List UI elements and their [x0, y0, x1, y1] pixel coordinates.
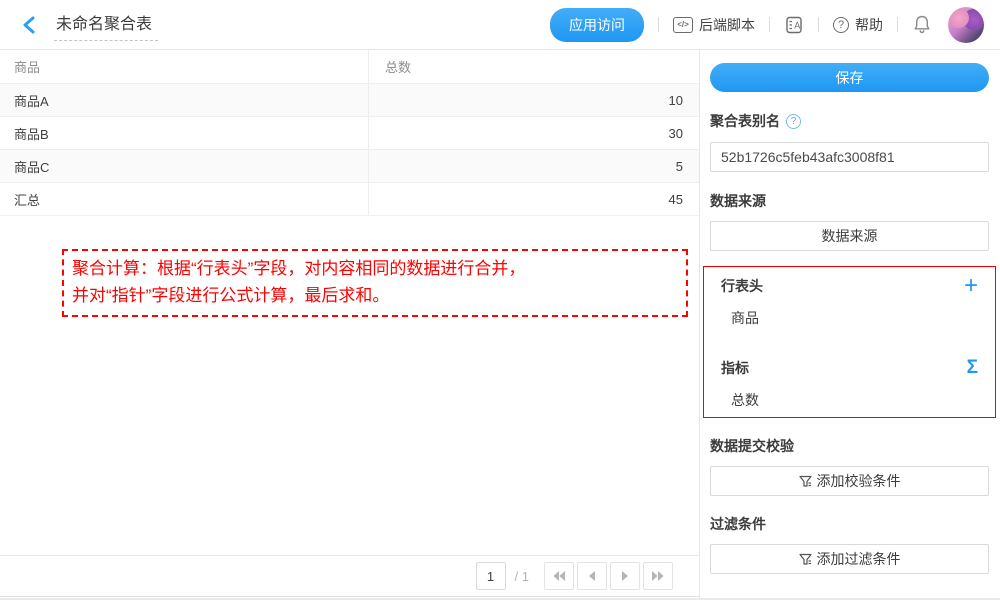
- metric-field[interactable]: 总数: [721, 390, 978, 410]
- next-page-button[interactable]: [610, 562, 640, 590]
- main-panel: 商品 总数 商品A 10 商品B 30 商品C 5 汇总 45: [0, 50, 700, 600]
- table-row: 商品B 30: [0, 117, 699, 150]
- backend-script-button[interactable]: </> 后端脚本: [673, 15, 755, 35]
- divider: [658, 17, 659, 32]
- alias-help-icon[interactable]: ?: [786, 114, 801, 129]
- filter-icon: [799, 475, 812, 488]
- back-button[interactable]: [18, 14, 40, 36]
- first-page-button[interactable]: [544, 562, 574, 590]
- cell-product: 汇总: [0, 183, 369, 215]
- page-title[interactable]: 未命名聚合表: [54, 8, 158, 41]
- code-icon: </>: [673, 17, 693, 33]
- datasource-label: 数据来源: [710, 191, 989, 211]
- annotation-line1: 聚合计算：根据“行表头”字段，对内容相同的数据进行合并，: [72, 255, 678, 282]
- divider: [897, 17, 898, 32]
- page-total: / 1: [515, 569, 529, 584]
- sigma-icon[interactable]: Σ: [967, 359, 978, 377]
- table-row: 商品C 5: [0, 150, 699, 183]
- add-filter-label: 添加过滤条件: [817, 549, 901, 569]
- table-header-row: 商品 总数: [0, 50, 699, 84]
- notifications-button[interactable]: [912, 14, 932, 35]
- cell-product: 商品C: [0, 150, 369, 182]
- bell-icon: [912, 14, 932, 35]
- backend-script-label: 后端脚本: [699, 15, 755, 35]
- row-header-label: 行表头: [721, 276, 763, 296]
- chevron-left-icon: [22, 16, 36, 34]
- address-book-button[interactable]: A: [784, 15, 804, 35]
- help-button[interactable]: ? 帮助: [833, 15, 883, 35]
- divider: [769, 17, 770, 32]
- cell-total: 30: [369, 117, 699, 149]
- table-row: 商品A 10: [0, 84, 699, 117]
- alias-input[interactable]: [710, 142, 989, 172]
- annotation-line2: 并对“指针”字段进行公式计算，最后求和。: [72, 282, 678, 309]
- chevron-left-icon: [587, 570, 597, 582]
- alias-label-row: 聚合表别名 ?: [710, 111, 989, 131]
- double-chevron-left-icon: [552, 570, 566, 582]
- last-page-button[interactable]: [643, 562, 673, 590]
- row-header-field[interactable]: 商品: [721, 308, 978, 328]
- user-avatar[interactable]: [948, 7, 984, 43]
- body: 商品 总数 商品A 10 商品B 30 商品C 5 汇总 45: [0, 50, 1000, 600]
- help-label: 帮助: [855, 15, 883, 35]
- header-actions: 应用访问 </> 后端脚本 A ? 帮助: [550, 7, 984, 43]
- app-window: 未命名聚合表 应用访问 </> 后端脚本 A ?: [0, 0, 1000, 600]
- settings-sidebar: 保存 聚合表别名 ? 数据来源 数据来源 行表头 + 商品 指标 Σ 总数: [700, 50, 999, 600]
- add-validation-label: 添加校验条件: [817, 471, 901, 491]
- cell-product: 商品B: [0, 117, 369, 149]
- metric-label: 指标: [721, 358, 749, 378]
- address-book-icon: A: [784, 15, 804, 35]
- svg-text:A: A: [794, 20, 800, 30]
- cell-total: 10: [369, 84, 699, 116]
- pagination-bar: / 1: [0, 555, 699, 597]
- filter-icon: [799, 553, 812, 566]
- add-row-header-icon[interactable]: +: [964, 277, 978, 295]
- double-chevron-right-icon: [651, 570, 665, 582]
- aggregation-config-section: 行表头 + 商品 指标 Σ 总数: [703, 266, 996, 418]
- filter-label: 过滤条件: [710, 514, 989, 534]
- aggregate-table: 商品 总数 商品A 10 商品B 30 商品C 5 汇总 45: [0, 50, 699, 216]
- top-header: 未命名聚合表 应用访问 </> 后端脚本 A ?: [0, 0, 1000, 50]
- validation-label: 数据提交校验: [710, 436, 989, 456]
- add-filter-button[interactable]: 添加过滤条件: [710, 544, 989, 574]
- cell-total: 45: [369, 183, 699, 215]
- metric-section: 指标 Σ: [721, 358, 978, 378]
- column-header-total: 总数: [369, 50, 699, 83]
- annotation-note: 聚合计算：根据“行表头”字段，对内容相同的数据进行合并， 并对“指针”字段进行公…: [62, 249, 688, 317]
- datasource-button[interactable]: 数据来源: [710, 221, 989, 251]
- column-header-product: 商品: [0, 50, 369, 83]
- row-header-section: 行表头 +: [721, 276, 978, 296]
- alias-label: 聚合表别名: [710, 111, 780, 131]
- previous-page-button[interactable]: [577, 562, 607, 590]
- page-number-input[interactable]: [476, 562, 506, 590]
- add-validation-button[interactable]: 添加校验条件: [710, 466, 989, 496]
- save-button[interactable]: 保存: [710, 63, 989, 92]
- cell-total: 5: [369, 150, 699, 182]
- app-access-button[interactable]: 应用访问: [550, 8, 644, 42]
- help-icon: ?: [833, 17, 849, 33]
- chevron-right-icon: [620, 570, 630, 582]
- table-row-summary: 汇总 45: [0, 183, 699, 216]
- divider: [818, 17, 819, 32]
- cell-product: 商品A: [0, 84, 369, 116]
